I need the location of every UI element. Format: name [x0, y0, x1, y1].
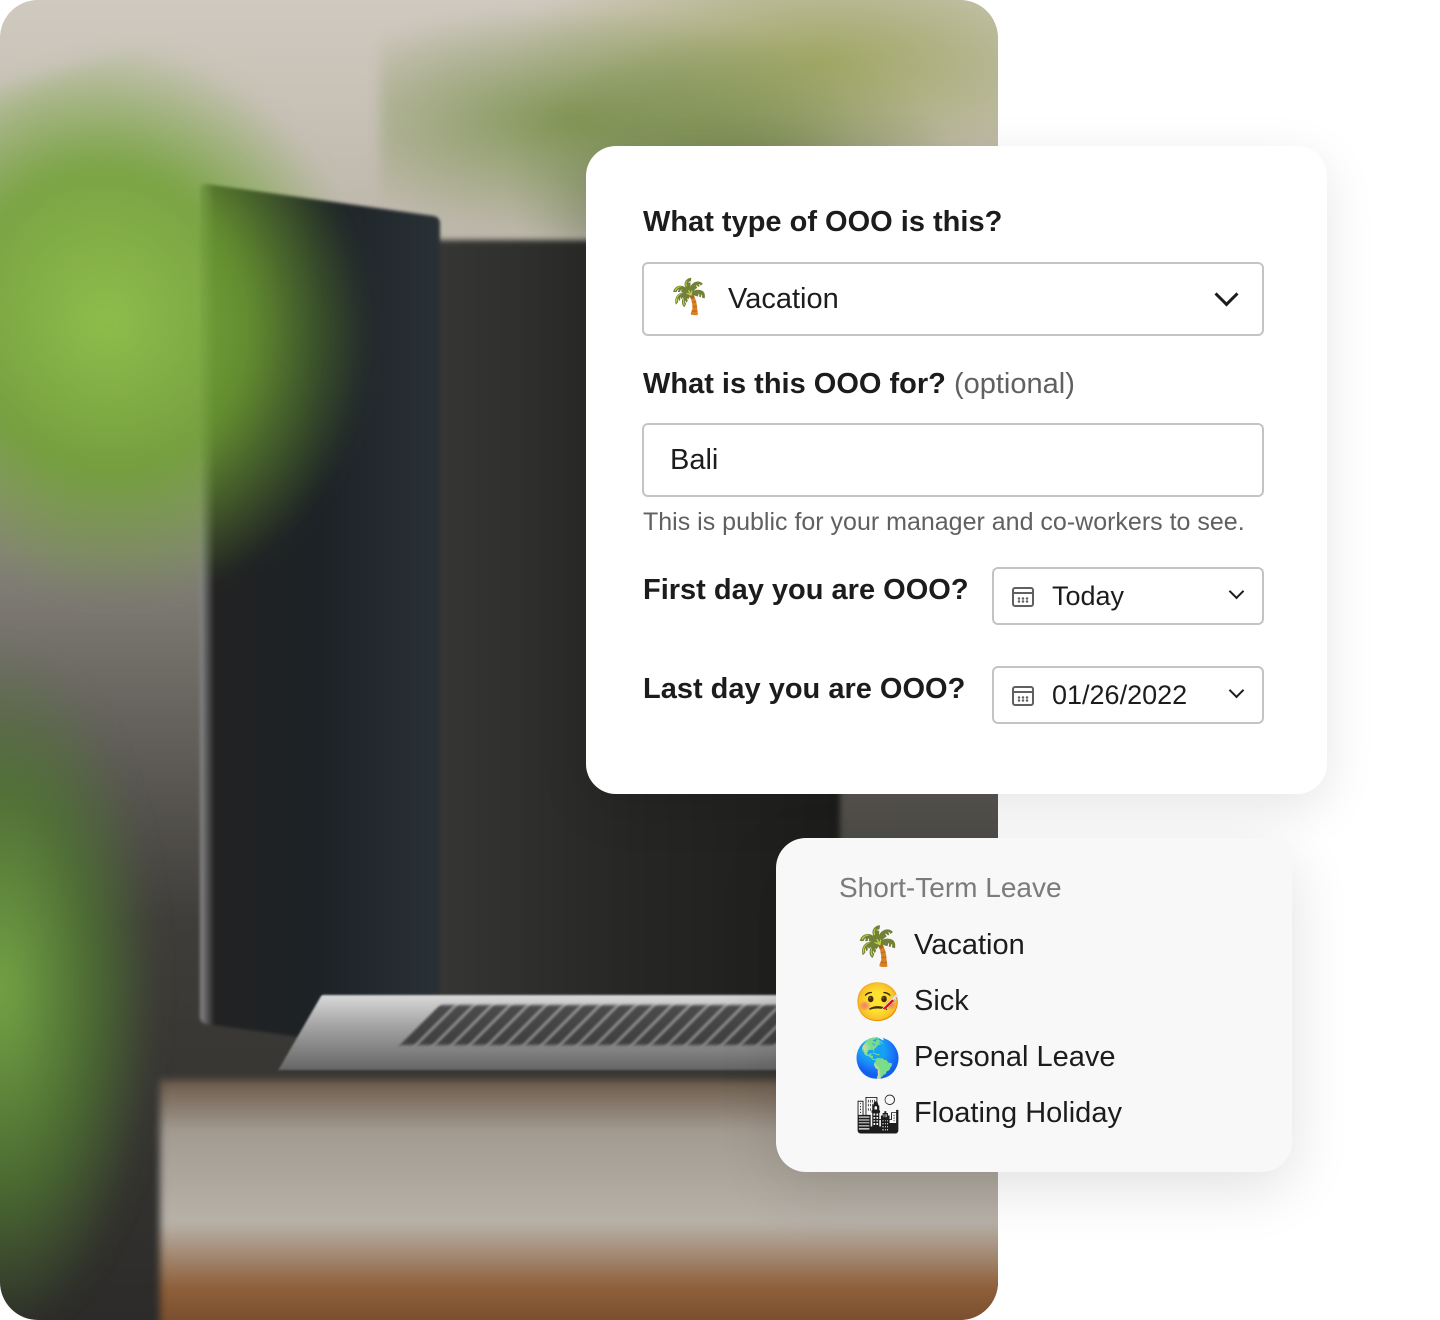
ooo-for-help-text: This is public for your manager and co-w… [643, 508, 1245, 536]
ooo-form-card: What type of OOO is this? 🌴 Vacation Wha… [586, 146, 1327, 794]
palm-tree-icon: 🌴 [854, 924, 902, 968]
calendar-icon [1012, 686, 1034, 706]
last-day-select[interactable]: 01/26/2022 [992, 666, 1264, 724]
dropdown-group-heading: Short-Term Leave [839, 872, 1062, 903]
ooo-for-value: Bali [670, 444, 719, 476]
city-skyline-icon: 🏙 [854, 1092, 903, 1136]
first-day-label: First day you are OOO? [643, 574, 969, 606]
last-day-value: 01/26/2022 [1052, 680, 1188, 710]
first-day-value: Today [1052, 581, 1125, 611]
sick-face-icon: 🤒 [854, 980, 902, 1024]
option-label: Vacation [914, 929, 1025, 961]
palm-tree-icon: 🌴 [668, 277, 711, 317]
calendar-icon [1012, 587, 1034, 607]
plant-leaves-bottom-left [0, 640, 160, 1320]
chevron-down-icon [1228, 682, 1245, 699]
chevron-down-icon [1228, 583, 1245, 600]
ooo-type-dropdown: Short-Term Leave 🌴 Vacation 🤒 Sick 🌎 Per… [776, 838, 1292, 1172]
last-day-label: Last day you are OOO? [643, 673, 966, 705]
optional-hint: (optional) [953, 368, 1075, 400]
dropdown-option-sick[interactable]: 🤒 Sick [854, 976, 1254, 1028]
dropdown-option-vacation[interactable]: 🌴 Vacation [854, 920, 1254, 972]
chevron-down-icon [1214, 282, 1239, 307]
option-label: Sick [914, 985, 969, 1017]
first-day-select[interactable]: Today [992, 567, 1264, 625]
dropdown-option-floating-holiday[interactable]: 🏙 Floating Holiday [854, 1088, 1254, 1140]
dropdown-option-personal-leave[interactable]: 🌎 Personal Leave [854, 1032, 1254, 1084]
ooo-type-value: Vacation [728, 283, 839, 315]
ooo-type-select[interactable]: 🌴 Vacation [642, 262, 1264, 336]
globe-icon: 🌎 [854, 1036, 902, 1080]
ooo-for-input[interactable]: Bali [642, 423, 1264, 497]
option-label: Personal Leave [914, 1041, 1116, 1073]
option-label: Floating Holiday [914, 1097, 1122, 1129]
ooo-type-label: What type of OOO is this? [643, 206, 1003, 238]
ooo-for-label: What is this OOO for? (optional) [643, 368, 1075, 400]
